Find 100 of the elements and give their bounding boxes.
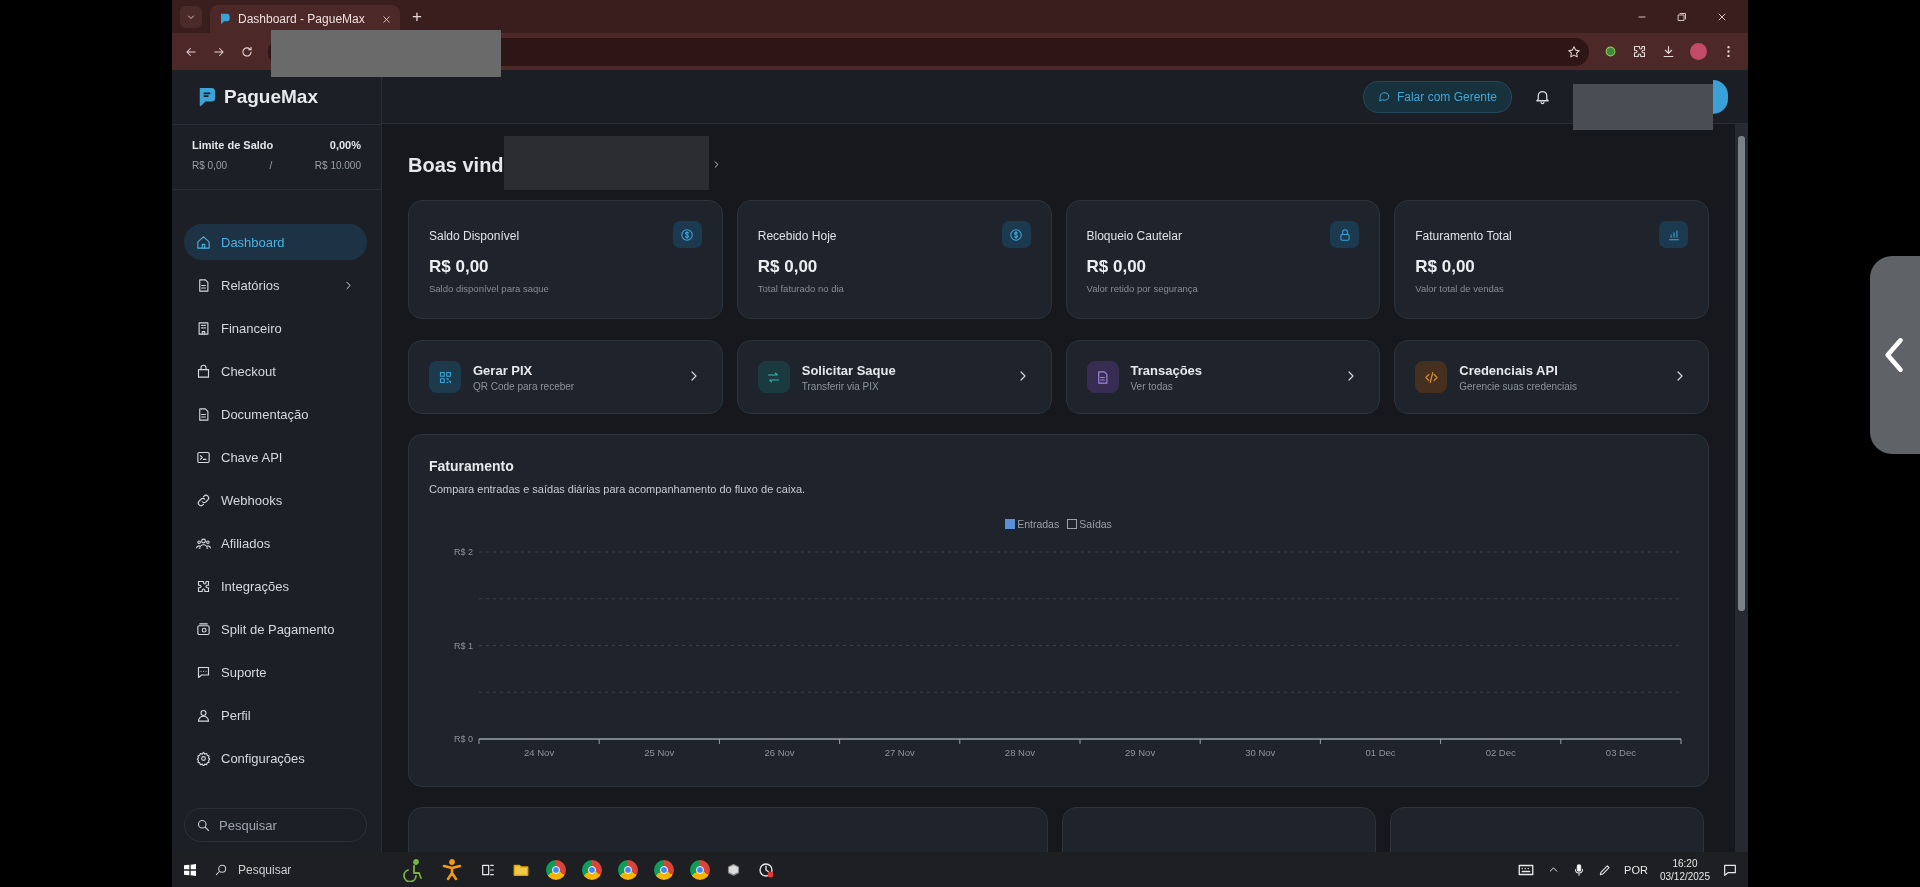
stat-label: Saldo Disponível [429, 229, 520, 243]
taskbar-clock[interactable]: 16:20 03/12/2025 [1659, 856, 1710, 883]
sidebar-item[interactable]: Chave API [184, 439, 367, 475]
chat-icon [1377, 90, 1391, 103]
bar-chart-icon [1666, 227, 1681, 242]
sidebar-item[interactable]: Financeiro [184, 310, 367, 346]
axis-label: 26 Nov [764, 747, 795, 758]
legend-label[interactable]: Entradas [1017, 518, 1060, 530]
user-avatar[interactable] [1713, 79, 1728, 114]
chat-icon [196, 664, 211, 680]
home-icon [196, 234, 211, 250]
sidebar-item[interactable]: Documentação [184, 396, 367, 432]
action-subtitle: Gerencie suas credenciais [1459, 380, 1579, 392]
limit-current: R$ 0,00 [192, 160, 228, 171]
sidebar-item[interactable]: Configurações [184, 740, 367, 776]
quick-action-card[interactable]: Solicitar Saque Transferir via PIX [736, 340, 1052, 414]
panel-title: Faturamento [429, 458, 515, 474]
search-field[interactable]: Pesquisar [184, 808, 367, 842]
talk-to-manager-button[interactable]: Falar com Gerente [1362, 80, 1512, 113]
new-tab-button[interactable]: + [408, 6, 426, 27]
stat-caption: Total faturado no dia [757, 283, 844, 294]
taskbar-search-field[interactable]: Pesquisar [236, 861, 360, 878]
stat-caption: Valor total de vendas [1415, 283, 1504, 294]
user-icon [196, 707, 211, 723]
axis-label: 28 Nov [1004, 747, 1035, 758]
sidebar-item[interactable]: Webhooks [184, 482, 367, 518]
coin-icon [680, 227, 695, 242]
side-panel-handle[interactable] [1870, 256, 1920, 454]
panel-description: Compara entradas e saídas diárias para acompanhamento do fluxo de caixa. [429, 483, 807, 495]
sidebar-item[interactable]: Dashboard [184, 224, 367, 260]
search-icon [196, 818, 211, 833]
building-icon [196, 320, 211, 336]
axis-label: R$ 0 [454, 734, 473, 744]
greeting-title: Boas vind [408, 153, 504, 177]
stat-value: R$ 0,00 [1086, 257, 1147, 277]
restore-icon [1676, 10, 1688, 23]
sidebar-item[interactable]: Split de Pagamento [184, 611, 367, 647]
close-icon [381, 13, 392, 25]
download-icon [1661, 44, 1676, 59]
sidebar-item[interactable]: Relatórios [184, 267, 367, 303]
person-icon [440, 857, 464, 882]
wallet-icon [196, 621, 211, 637]
box-icon [726, 862, 741, 877]
stat-value: R$ 0,00 [429, 257, 489, 277]
browser-taskbar-icon[interactable] [690, 859, 710, 880]
browser-tab[interactable]: Dashboard - PagueMax [210, 5, 400, 33]
sidebar-item[interactable]: Integrações [184, 568, 367, 604]
sidebar-item[interactable]: Perfil [184, 697, 367, 733]
bell-icon [1534, 88, 1551, 105]
stat-caption: Saldo disponível para saque [429, 283, 549, 294]
action-title: Solicitar Saque [801, 362, 897, 378]
puzzle-icon [1632, 44, 1647, 59]
stat-label: Bloqueio Cautelar [1086, 229, 1182, 243]
coin-icon [1009, 227, 1023, 242]
stat-label: Recebido Hoje [757, 229, 837, 243]
windows-icon [182, 861, 198, 878]
document-icon [1095, 369, 1110, 385]
action-subtitle: Ver todas [1130, 380, 1174, 392]
action-subtitle: Transferir via PIX [801, 380, 880, 392]
reload-icon [240, 44, 254, 59]
link-icon [196, 492, 211, 508]
quick-action-card[interactable]: Gerar PIX QR Code para receber [408, 340, 723, 414]
quick-action-card[interactable]: Credenciais API Gerencie suas credenciais [1394, 340, 1709, 414]
action-title: Transações [1130, 362, 1204, 378]
sidebar-item[interactable]: Checkout [184, 353, 367, 389]
extension-icon [1603, 44, 1618, 59]
legend-swatch[interactable] [1067, 519, 1078, 529]
axis-label: 02 Dec [1485, 747, 1516, 758]
limit-max: R$ 10.000 [314, 160, 361, 171]
browser-taskbar-icon[interactable] [546, 859, 566, 880]
browser-taskbar-icon[interactable] [582, 859, 602, 880]
browser-taskbar-icon[interactable] [618, 859, 638, 880]
terminal-icon [196, 449, 211, 465]
action-subtitle: QR Code para receber [473, 380, 576, 392]
axis-label: 24 Nov [524, 747, 555, 758]
users-icon [196, 535, 211, 551]
legend-swatch[interactable] [1005, 519, 1016, 529]
accessibility-icon [400, 857, 424, 882]
language-indicator[interactable]: POR [1624, 863, 1648, 876]
site-logo-icon [218, 12, 232, 26]
stat-label: Faturamento Total [1415, 229, 1512, 243]
sidebar-item[interactable]: Afiliados [184, 525, 367, 561]
bag-icon [196, 363, 211, 379]
code-icon [1423, 369, 1439, 385]
quick-action-card[interactable]: Transações Ver todas [1065, 340, 1381, 414]
document-icon [196, 277, 211, 293]
document-icon [196, 406, 211, 422]
sidebar-item[interactable]: Suporte [184, 654, 367, 690]
limit-percent: 0,00% [329, 139, 361, 151]
axis-label: 27 Nov [884, 747, 915, 758]
scrollbar[interactable] [1735, 124, 1748, 852]
stat-caption: Valor retido por segurança [1086, 283, 1198, 294]
legend-label[interactable]: Saídas [1079, 518, 1112, 530]
clock-icon [757, 860, 775, 879]
browser-taskbar-icon[interactable] [654, 859, 674, 880]
stat-value: R$ 0,00 [757, 257, 818, 277]
action-title: Gerar PIX [473, 362, 534, 378]
gear-icon [196, 750, 211, 766]
axis-label: 03 Dec [1605, 747, 1636, 758]
profile-avatar[interactable] [1690, 43, 1707, 60]
